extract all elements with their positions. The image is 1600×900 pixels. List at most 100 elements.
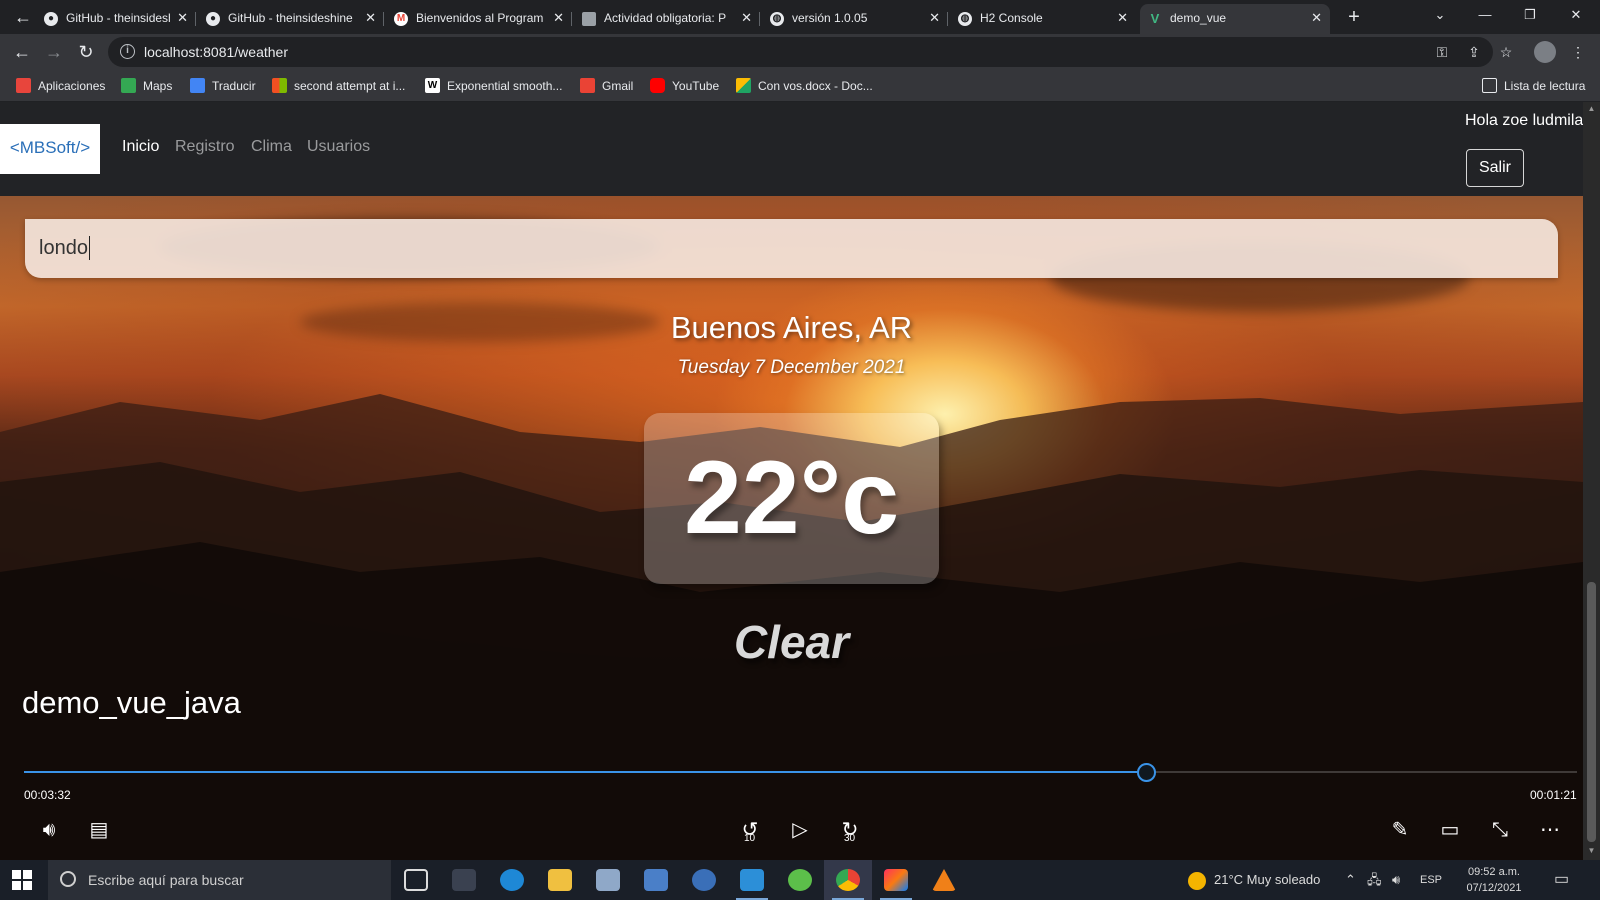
bookmark-exponential[interactable]: W Exponential smooth... <box>425 70 562 102</box>
user-greeting: Hola zoe ludmila <box>1465 112 1583 129</box>
close-tab-icon[interactable]: ✕ <box>741 4 752 32</box>
subtitles-icon[interactable]: ▤ <box>84 815 114 845</box>
back-button[interactable]: ← <box>10 40 34 64</box>
site-info-icon[interactable]: i <box>120 44 135 59</box>
mail-icon[interactable] <box>632 860 680 900</box>
edge-legacy-icon[interactable] <box>680 860 728 900</box>
tab-search-back-icon[interactable]: ← <box>10 6 36 28</box>
file-explorer-icon[interactable] <box>536 860 584 900</box>
tab-label: versión 1.0.05 <box>792 11 868 25</box>
language-indicator[interactable]: ESP <box>1420 860 1442 900</box>
close-tab-icon[interactable]: ✕ <box>365 4 376 32</box>
bookmark-apps[interactable]: Aplicaciones <box>16 70 105 102</box>
tab-classroom[interactable]: Actividad obligatoria: P ✕ <box>574 4 760 34</box>
remaining-time: 00:01:21 <box>1530 788 1577 802</box>
close-tab-icon[interactable]: ✕ <box>177 4 188 32</box>
bookmark-star-icon[interactable]: ☆ <box>1496 42 1516 62</box>
skip-forward-30-icon[interactable]: ↻ 30 <box>835 815 865 845</box>
scrollbar-thumb[interactable] <box>1587 582 1596 842</box>
tab-version[interactable]: ◍ versión 1.0.05 ✕ <box>762 4 948 34</box>
tab-label: demo_vue <box>1170 11 1227 25</box>
taskbar-clock[interactable]: 09:52 a.m. 07/12/2021 <box>1462 864 1526 896</box>
search-icon <box>60 871 76 887</box>
bookmark-traducir[interactable]: Traducir <box>190 70 256 102</box>
page-scrollbar[interactable]: ▲ ▼ <box>1583 102 1600 860</box>
exit-fullscreen-icon[interactable]: ⤡ <box>1485 815 1515 845</box>
github-icon: ● <box>44 12 58 26</box>
taskbar-weather[interactable]: 21°C Muy soleado <box>1188 860 1320 900</box>
browser-menu-icon[interactable]: ⋮ <box>1568 42 1588 62</box>
seek-progress <box>24 771 1147 773</box>
bookmark-youtube[interactable]: YouTube <box>650 70 719 102</box>
bookmark-maps[interactable]: Maps <box>121 70 172 102</box>
scroll-down-icon[interactable]: ▼ <box>1586 846 1597 855</box>
share-icon[interactable]: ⇪ <box>1464 42 1484 62</box>
brand-logo[interactable]: <MBSoft/> <box>0 124 100 174</box>
text-caret <box>89 236 90 260</box>
intellij-icon[interactable] <box>872 860 920 900</box>
profile-avatar[interactable] <box>1534 41 1556 63</box>
city-search-input[interactable] <box>25 219 1558 278</box>
notifications-icon[interactable]: ▭ <box>1554 860 1569 900</box>
tab-label: H2 Console <box>980 11 1043 25</box>
mini-view-icon[interactable]: ▭ <box>1435 815 1465 845</box>
key-icon[interactable]: ⚿ <box>1432 42 1452 62</box>
nav-usuarios[interactable]: Usuarios <box>307 136 370 158</box>
translate-icon <box>190 78 205 94</box>
tab-list-chevron-icon[interactable]: ⌄ <box>1420 0 1460 30</box>
more-options-icon[interactable]: ⋯ <box>1535 815 1565 845</box>
new-tab-button[interactable]: + <box>1342 5 1366 29</box>
restore-window-button[interactable]: ❐ <box>1510 0 1550 30</box>
vscode-icon[interactable] <box>728 860 776 900</box>
store-icon[interactable] <box>584 860 632 900</box>
nav-inicio[interactable]: Inicio <box>122 136 159 158</box>
temperature-value: 22°c <box>683 440 900 556</box>
minimize-window-button[interactable]: — <box>1465 0 1505 30</box>
tab-demo-vue[interactable]: V demo_vue ✕ <box>1140 4 1330 34</box>
network-icon[interactable]: 🖧︎ <box>1367 860 1382 900</box>
edge-icon[interactable] <box>488 860 536 900</box>
bookmark-second-attempt[interactable]: second attempt at i... <box>272 70 405 102</box>
volume-icon[interactable]: 🔊︎ <box>34 815 64 845</box>
address-bar[interactable]: i localhost:8081/weather <box>108 37 1493 67</box>
forward-button[interactable]: → <box>42 40 66 64</box>
bookmark-gmail[interactable]: Gmail <box>580 70 633 102</box>
reload-button[interactable]: ↻ <box>74 40 98 64</box>
close-tab-icon[interactable]: ✕ <box>553 4 564 32</box>
vlc-icon[interactable] <box>920 860 968 900</box>
task-view-icon[interactable] <box>392 860 440 900</box>
tab-separator <box>383 12 384 26</box>
tab-label: GitHub - theinsideshine <box>228 11 353 25</box>
volume-tray-icon[interactable]: 🔊︎ <box>1392 860 1400 900</box>
microsoft-icon <box>272 78 287 94</box>
close-tab-icon[interactable]: ✕ <box>1311 4 1322 32</box>
bookmark-label: YouTube <box>672 79 720 93</box>
bookmarks-bar: Aplicaciones Maps Traducir second attemp… <box>0 70 1600 102</box>
tab-github-1[interactable]: ● GitHub - theinsideshine ✕ <box>36 4 196 34</box>
show-hidden-icons-icon[interactable]: ⌃ <box>1345 860 1356 900</box>
globe-icon: ◍ <box>770 12 784 26</box>
scroll-up-icon[interactable]: ▲ <box>1586 104 1597 113</box>
nav-clima[interactable]: Clima <box>251 136 292 158</box>
tab-h2-console[interactable]: ◍ H2 Console ✕ <box>950 4 1136 34</box>
spring-tool-icon[interactable] <box>776 860 824 900</box>
play-icon[interactable]: ▷ <box>785 815 815 845</box>
windows-start-icon[interactable] <box>12 870 34 890</box>
logout-button[interactable]: Salir <box>1466 149 1524 187</box>
edit-pencil-icon[interactable]: ✎ <box>1385 815 1415 845</box>
close-tab-icon[interactable]: ✕ <box>1117 4 1128 32</box>
taskbar-search-box[interactable]: Escribe aquí para buscar <box>48 860 391 900</box>
reading-list[interactable]: Lista de lectura <box>1482 70 1585 102</box>
close-window-button[interactable]: ✕ <box>1556 0 1596 30</box>
maps-icon <box>121 78 136 94</box>
tab-gmail[interactable]: M Bienvenidos al Program ✕ <box>386 4 572 34</box>
tab-github-2[interactable]: ● GitHub - theinsideshine ✕ <box>198 4 384 34</box>
chrome-icon[interactable] <box>824 860 872 900</box>
close-tab-icon[interactable]: ✕ <box>929 4 940 32</box>
tab-separator <box>947 12 948 26</box>
seek-handle[interactable] <box>1136 763 1156 782</box>
taskbar-app-bar-icon[interactable] <box>440 860 488 900</box>
skip-back-10-icon[interactable]: ↺ 10 <box>735 815 765 845</box>
bookmark-con-vos[interactable]: Con vos.docx - Doc... <box>736 70 873 102</box>
nav-registro[interactable]: Registro <box>175 136 235 158</box>
